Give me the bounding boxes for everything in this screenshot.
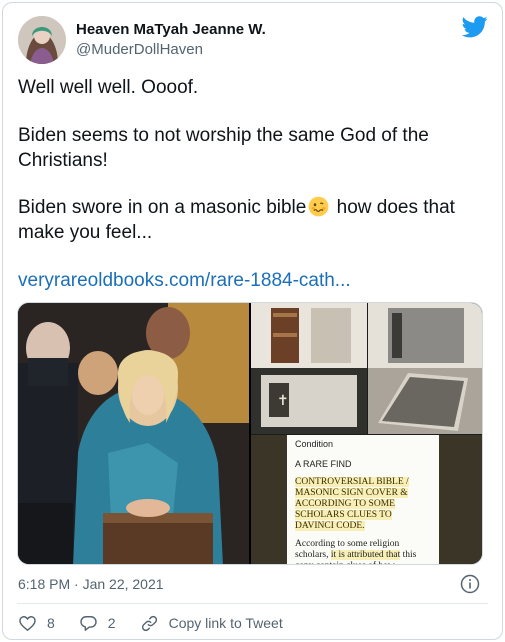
tweet-timestamp[interactable]: 6:18 PM · Jan 22, 2021 [18,575,164,593]
doc-highlight: Controversial Bible / Masonic Sign Cover… [295,477,409,531]
like-count: 8 [47,615,55,631]
inauguration-photo[interactable] [18,303,249,565]
author-handle[interactable]: @MuderDollHaven [76,41,203,59]
listing-document-page: Condition A RARE FIND Controversial Bibl… [287,435,439,564]
action-bar: 8 2 Copy link to Tweet [18,612,307,634]
bible-cover-photo[interactable] [368,303,483,434]
tweet-paragraph-2: Biden seems to not worship the same God … [18,125,429,171]
link-icon [141,615,157,631]
bible-spine-photo[interactable]: ✝ [251,303,367,434]
doc-subheading: A RARE FIND [295,459,352,469]
reply-button[interactable]: 2 [79,614,116,633]
tweet-paragraph-1: Well well well. Oooof. [18,77,199,98]
avatar[interactable] [18,16,66,64]
doc-paragraph: According to some religion scholars, it … [295,539,433,564]
media-grid[interactable]: ✝ Condition A RARE FIND Controversial Bi… [17,302,483,565]
tweet-paragraph-3-start: Biden swore in on a masonic bible [18,197,307,218]
info-icon[interactable] [460,574,480,594]
copy-link-button[interactable]: Copy link to Tweet [140,614,283,633]
divider [17,603,488,604]
listing-document-image[interactable]: Condition A RARE FIND Controversial Bibl… [251,435,482,564]
doc-heading: Condition [295,439,334,449]
reply-count: 2 [107,615,116,631]
tweet-link[interactable]: veryrareoldbooks.com/rare-1884-cath... [18,268,488,293]
tweet-paragraph-3: Biden swore in on a masonic bible how do… [18,195,488,245]
tweet-text: Well well well. Oooof. Biden seems to no… [18,75,488,293]
copy-link-label: Copy link to Tweet [168,615,283,631]
twitter-bird-icon[interactable] [462,16,488,38]
media-right-column: ✝ Condition A RARE FIND Controversial Bi… [251,303,483,564]
reply-icon [80,615,97,631]
tweet-card[interactable]: Heaven MaTyah Jeanne W. @MuderDollHaven … [2,2,503,640]
svg-text:✝: ✝ [277,394,289,409]
heart-icon [19,615,36,631]
doc-para-highlight: it is attributed that [330,550,401,560]
like-button[interactable]: 8 [18,614,55,633]
woozy-face-emoji-icon [308,196,329,217]
author-name[interactable]: Heaven MaTyah Jeanne W. [76,21,266,39]
